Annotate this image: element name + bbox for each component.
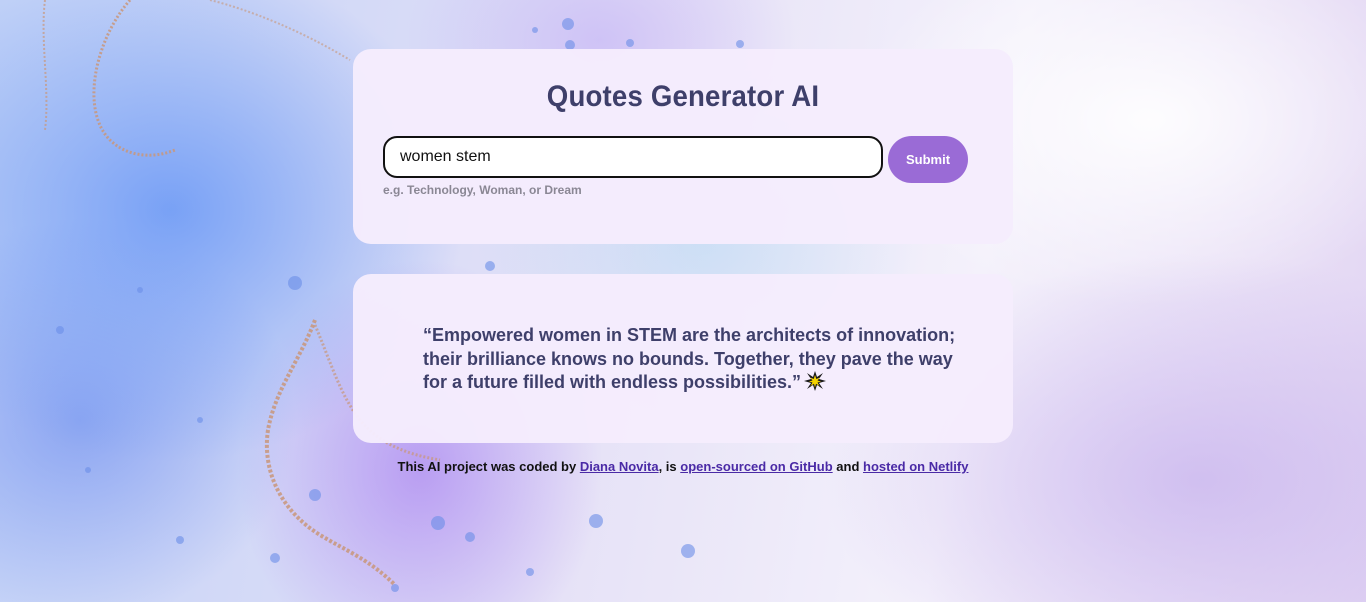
- quote-text: “Empowered women in STEM are the archite…: [423, 324, 963, 395]
- footer-separator-1: , is: [658, 459, 681, 474]
- github-link[interactable]: open-sourced on GitHub: [680, 459, 832, 474]
- netlify-link[interactable]: hosted on Netlify: [863, 459, 968, 474]
- footer-separator-2: and: [832, 459, 863, 474]
- footer-credits: This AI project was coded by Diana Novit…: [353, 459, 1013, 474]
- author-link[interactable]: Diana Novita: [580, 459, 659, 474]
- footer-prefix: This AI project was coded by: [397, 459, 580, 474]
- quote-body: “Empowered women in STEM are the archite…: [423, 325, 956, 392]
- sparkle-icon: [804, 371, 827, 391]
- search-hint: e.g. Technology, Woman, or Dream: [383, 183, 582, 197]
- page-title: Quotes Generator AI: [546, 80, 820, 113]
- submit-button[interactable]: Submit: [888, 136, 968, 183]
- search-input[interactable]: [383, 136, 883, 178]
